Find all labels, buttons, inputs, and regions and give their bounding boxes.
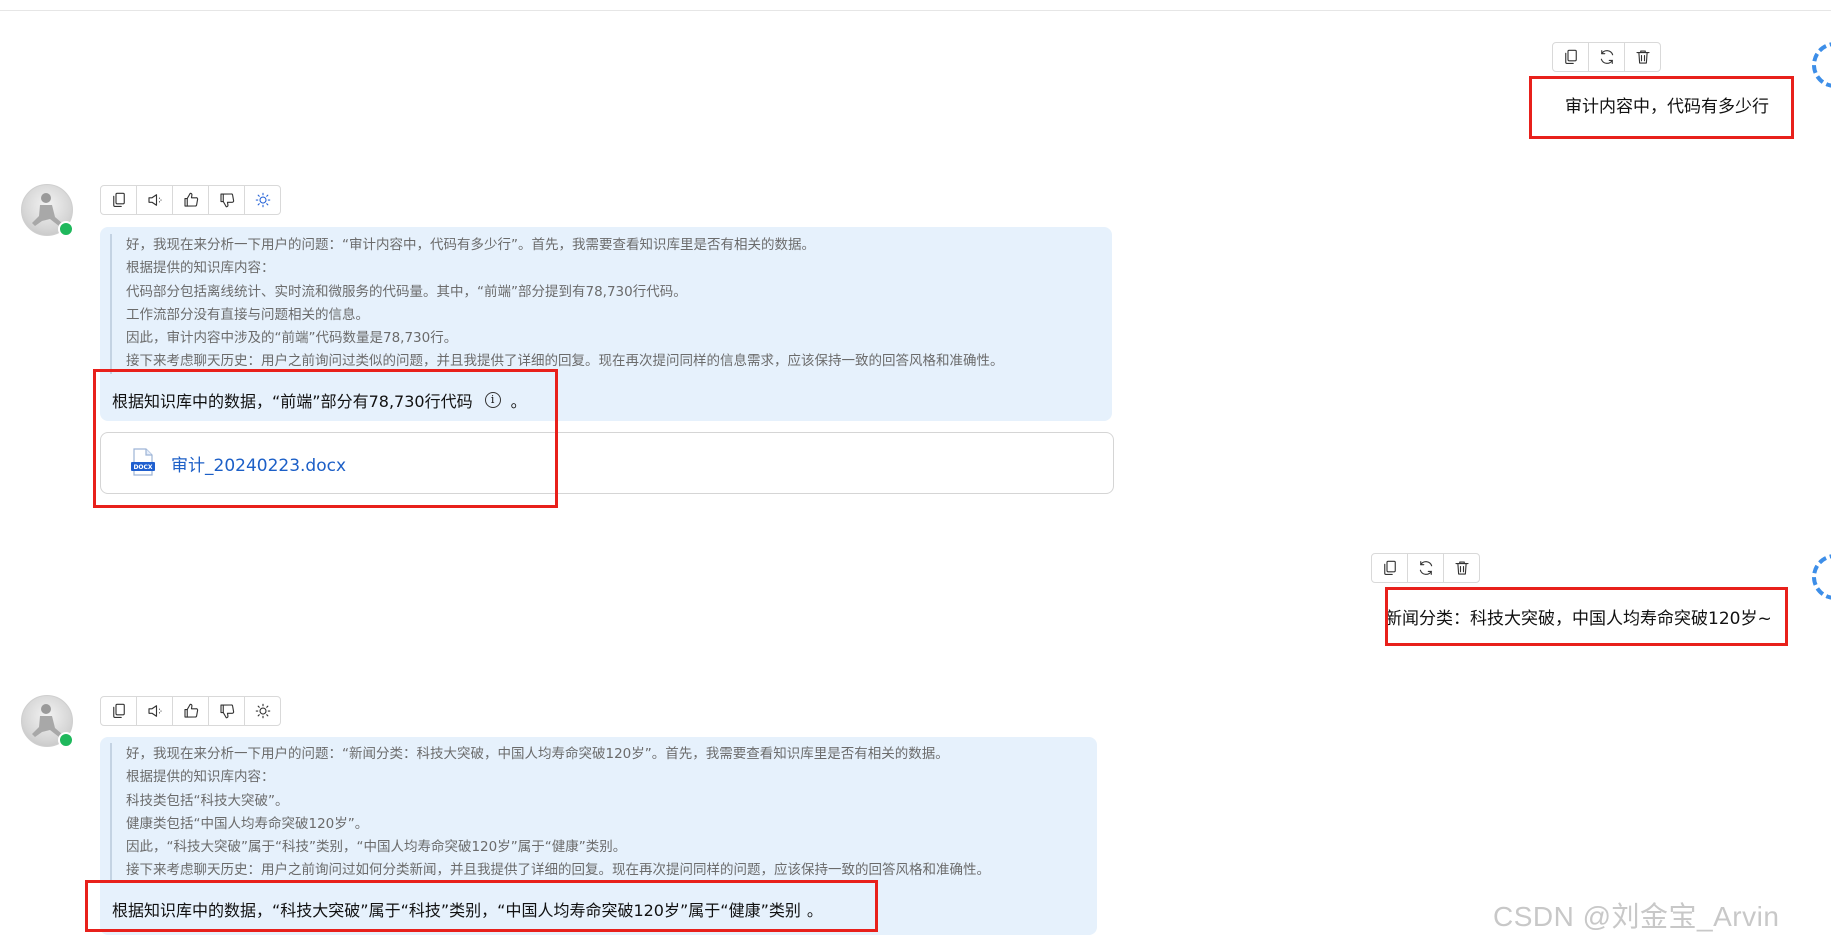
online-status-dot [58, 221, 74, 237]
reasoning-line: 因此，“科技大突破”属于“科技”类别，“中国人均寿命突破120岁”属于“健康”类… [126, 839, 627, 856]
speaker-icon [147, 194, 162, 206]
reasoning-text: 好，我现在来分析一下用户的问题：“新闻分类：科技大突破，中国人均寿命突破120岁… [110, 743, 990, 883]
read-aloud-button[interactable] [137, 186, 173, 214]
lightbulb-icon [255, 703, 270, 719]
assistant-message-toolbar [100, 185, 281, 215]
speaker-icon [147, 705, 162, 717]
reasoning-toggle-button[interactable] [245, 697, 280, 725]
dislike-button[interactable] [209, 186, 245, 214]
refresh-icon [1419, 561, 1432, 575]
reasoning-line: 好，我现在来分析一下用户的问题：“审计内容中，代码有多少行”。首先，我需要查看知… [126, 237, 815, 253]
reasoning-line: 代码部分包括离线统计、实时流和微服务的代码量。其中，“前端”部分提到有78,73… [126, 283, 687, 300]
reasoning-line: 科技类包括“科技大突破”。 [126, 792, 289, 809]
thumbs-down-icon [219, 704, 234, 719]
reasoning-toggle-button[interactable] [245, 186, 280, 214]
top-divider [0, 10, 1831, 11]
regenerate-button[interactable] [1589, 43, 1625, 71]
reasoning-line: 因此，审计内容中涉及的“前端”代码数量是78,730行。 [126, 330, 458, 347]
delete-button[interactable] [1444, 554, 1479, 582]
highlight-box [1385, 587, 1788, 646]
copy-icon [1564, 49, 1577, 64]
reasoning-line: 根据提供的知识库内容： [126, 769, 275, 786]
highlight-box [93, 369, 558, 508]
reasoning-line: 好，我现在来分析一下用户的问题：“新闻分类：科技大突破，中国人均寿命突破120岁… [126, 746, 949, 762]
copy-button[interactable] [1553, 43, 1589, 71]
user-message-toolbar [1552, 42, 1661, 72]
copy-button[interactable] [101, 186, 137, 214]
like-button[interactable] [173, 186, 209, 214]
reasoning-line: 根据提供的知识库内容： [126, 260, 275, 277]
regenerate-button[interactable] [1408, 554, 1444, 582]
reasoning-line: 健康类包括“中国人均寿命突破120岁”。 [126, 815, 369, 832]
copy-icon [112, 703, 125, 718]
delete-button[interactable] [1625, 43, 1660, 71]
user-avatar [1812, 42, 1831, 88]
thumbs-down-icon [219, 193, 234, 208]
thumbs-up-icon [183, 703, 198, 718]
copy-button[interactable] [101, 697, 137, 725]
online-status-dot [58, 732, 74, 748]
thumbs-up-icon [183, 192, 198, 207]
reasoning-text: 好，我现在来分析一下用户的问题：“审计内容中，代码有多少行”。首先，我需要查看知… [110, 234, 1004, 374]
watermark: CSDN @刘金宝_Arvin [1493, 901, 1780, 932]
user-message-toolbar [1371, 553, 1480, 583]
user-avatar [1812, 554, 1831, 600]
trash-icon [1635, 50, 1650, 64]
assistant-message-toolbar [100, 696, 281, 726]
lightbulb-icon [255, 192, 270, 208]
highlight-box [1529, 76, 1794, 139]
bot-avatar [21, 184, 74, 237]
like-button[interactable] [173, 697, 209, 725]
copy-icon [112, 192, 125, 207]
refresh-icon [1600, 50, 1613, 64]
reasoning-line: 工作流部分没有直接与问题相关的信息。 [126, 306, 369, 323]
copy-icon [1383, 560, 1396, 575]
highlight-box [85, 880, 878, 932]
trash-icon [1454, 561, 1469, 575]
read-aloud-button[interactable] [137, 697, 173, 725]
bot-avatar [21, 695, 74, 748]
copy-button[interactable] [1372, 554, 1408, 582]
dislike-button[interactable] [209, 697, 245, 725]
